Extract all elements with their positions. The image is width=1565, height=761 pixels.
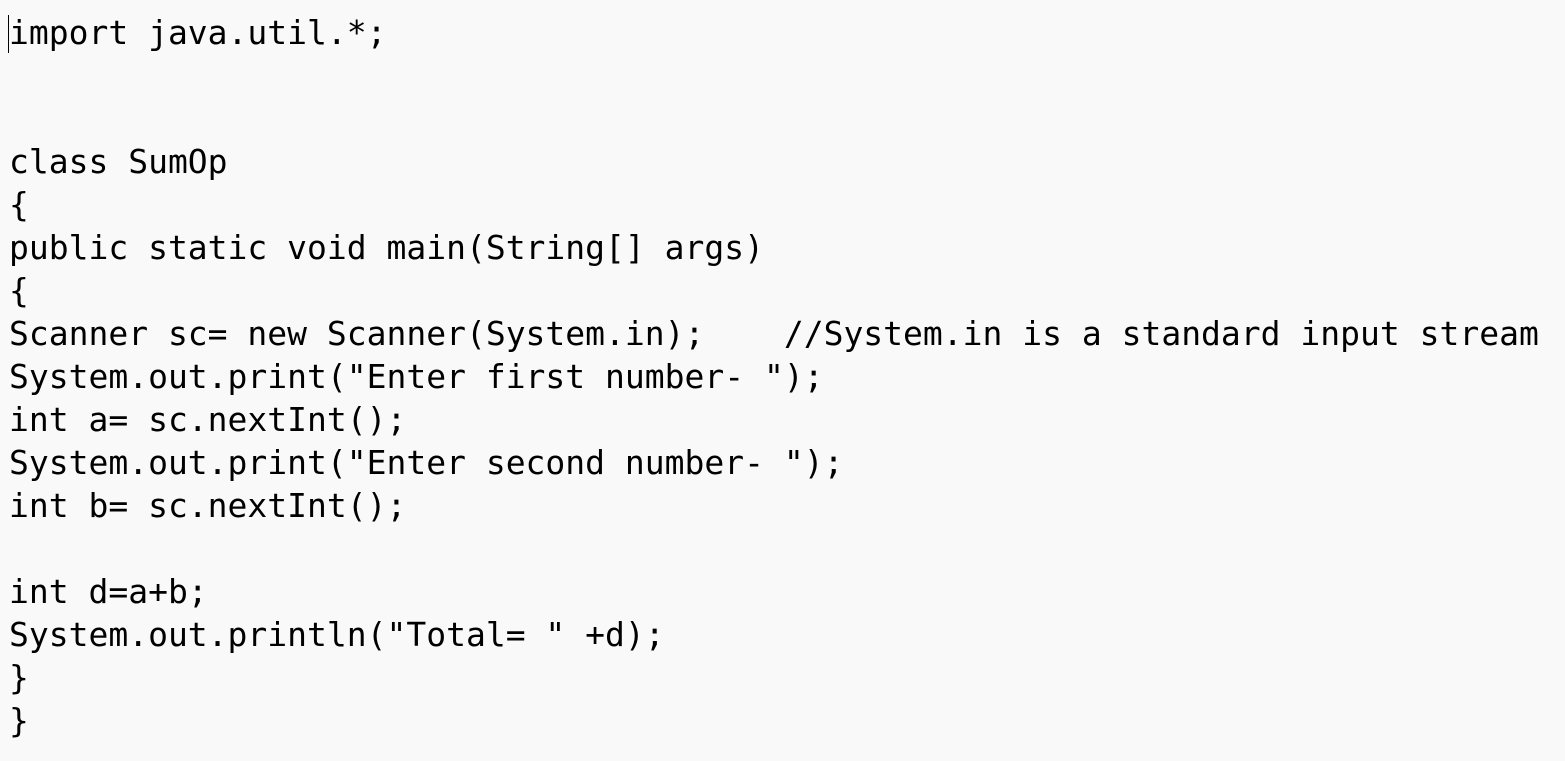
code-line[interactable]: } <box>9 656 29 699</box>
code-line[interactable]: System.out.print("Enter second number- "… <box>9 441 843 484</box>
code-line[interactable]: Scanner sc= new Scanner(System.in); //Sy… <box>9 312 1539 355</box>
code-line[interactable]: System.out.print("Enter first number- ")… <box>9 355 824 398</box>
code-line[interactable]: System.out.println("Total= " +d); <box>9 613 665 656</box>
code-line[interactable]: { <box>9 269 29 312</box>
code-line[interactable]: class SumOp <box>9 140 228 183</box>
code-line[interactable]: int b= sc.nextInt(); <box>9 484 406 527</box>
code-line[interactable]: } <box>9 699 29 742</box>
code-line[interactable]: int d=a+b; <box>9 570 208 613</box>
code-line[interactable]: { <box>9 183 29 226</box>
code-line[interactable]: int a= sc.nextInt(); <box>9 398 406 441</box>
code-line[interactable]: import java.util.*; <box>9 11 387 54</box>
code-editor[interactable]: import java.util.*; class SumOp { public… <box>0 0 1565 761</box>
code-line[interactable]: public static void main(String[] args) <box>9 226 764 269</box>
